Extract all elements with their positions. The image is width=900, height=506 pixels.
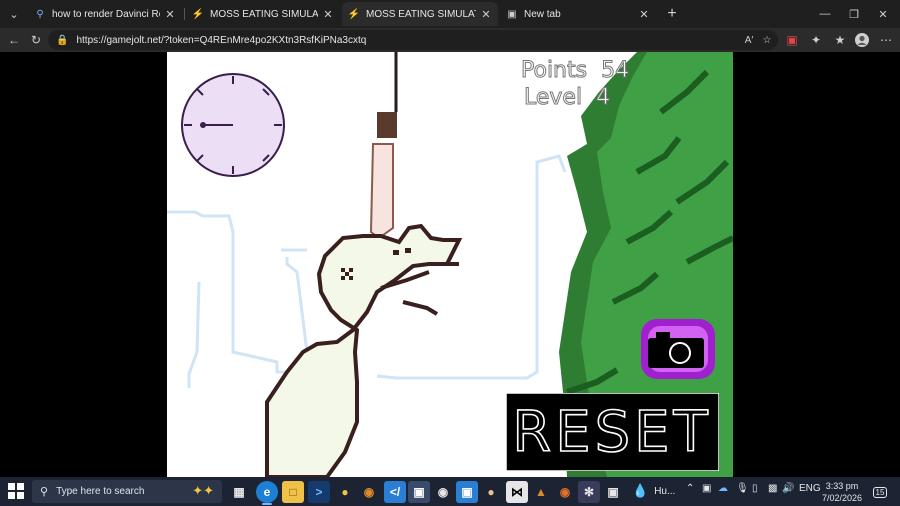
tab-title: how to render Davinci Resolve vid [52, 8, 160, 20]
search-icon: ⚲ [40, 486, 49, 498]
app-icon-4[interactable]: ◉ [432, 481, 454, 503]
clock-icon [181, 73, 285, 177]
favorite-star-icon[interactable]: ☆ [758, 30, 776, 50]
sparkle-icon: ✦✦ [192, 483, 214, 498]
app-icon-7[interactable]: ▣ [602, 481, 624, 503]
tab-divider [184, 8, 185, 20]
level-label: Level [523, 85, 583, 111]
level-display: Level 4 [523, 85, 611, 111]
capcut-icon[interactable]: ⋈ [506, 481, 528, 503]
search-icon: ⚲ [36, 8, 44, 20]
search-placeholder: Type here to search [56, 486, 145, 497]
extensions-puzzle-icon[interactable]: ✦ [806, 30, 826, 50]
powershell-icon[interactable]: > [308, 481, 330, 503]
tab-moss-sim-2[interactable]: ⚡ MOSS EATING SIMULATOR - Gam ✕ [342, 2, 498, 26]
vscode-icon[interactable]: </ [384, 481, 406, 503]
app-icon-2[interactable]: ◉ [358, 481, 380, 503]
read-aloud-icon[interactable]: A′ [740, 30, 758, 50]
tray-app-icon[interactable]: ▣ [702, 483, 711, 494]
gamejolt-icon: ⚡ [191, 8, 205, 20]
close-tab-icon[interactable]: ✕ [322, 8, 334, 21]
reset-button[interactable]: RESET [506, 393, 719, 471]
app-icon-6[interactable]: ▲ [530, 481, 552, 503]
close-window-button[interactable]: ✕ [872, 4, 894, 24]
newtab-icon: ▣ [507, 8, 517, 20]
microphone-icon[interactable]: 🎙 [736, 483, 749, 494]
battery-icon[interactable]: ▯ [752, 483, 758, 494]
tab-strip: ⌄ ⚲ how to render Davinci Resolve vid ✕ … [0, 0, 900, 28]
app-icon-3[interactable]: ▣ [408, 481, 430, 503]
clock-date: 7/02/2026 [821, 493, 863, 503]
settings-more-icon[interactable]: ⋯ [876, 30, 896, 50]
volume-icon[interactable]: 🔊 [782, 483, 794, 494]
tab-title: MOSS EATING SIMULATOR - Gam [366, 8, 476, 20]
refresh-button[interactable]: ↻ [26, 30, 46, 50]
tab-davinci[interactable]: ⚲ how to render Davinci Resolve vid ✕ [28, 2, 182, 26]
taskbar-clock[interactable]: 3:33 pm 7/02/2026 [820, 480, 864, 504]
points-label: Points [520, 58, 588, 84]
points-value: 54 [601, 58, 630, 84]
roblox-icon[interactable]: ▣ [456, 481, 478, 503]
level-value: 4 [596, 85, 611, 111]
moss-eating-creature [265, 223, 463, 477]
new-tab-button[interactable]: + [662, 4, 682, 24]
tab-moss-sim-1[interactable]: ⚡ MOSS EATING SIMULATOR by Att ✕ [186, 2, 340, 26]
taskbar-search[interactable]: ⚲ Type here to search ✦✦ [32, 480, 222, 503]
tab-title: New tab [524, 8, 561, 20]
weather-text: Hu... [654, 485, 676, 497]
close-tab-icon[interactable]: ✕ [164, 8, 176, 21]
close-tab-icon[interactable]: ✕ [480, 8, 492, 21]
lock-icon: 🔒 [56, 34, 69, 46]
app-icon-5[interactable]: ● [480, 481, 502, 503]
edge-icon[interactable]: e [256, 481, 278, 505]
address-bar[interactable]: 🔒 https://gamejolt.net/?token=Q4REnMre4p… [48, 30, 778, 50]
page-viewport: Points 54 Level 4 RESET [0, 52, 900, 477]
file-explorer-icon[interactable]: □ [282, 481, 304, 503]
restore-button[interactable]: ❐ [843, 4, 865, 24]
tab-title: MOSS EATING SIMULATOR by Att [210, 8, 318, 20]
notification-count: 15 [872, 486, 888, 498]
weather-widget[interactable]: 💧 Hu... [632, 483, 675, 499]
url-text: https://gamejolt.net/?token=Q4REnMre4po2… [76, 34, 367, 46]
app-icon-1[interactable]: ● [334, 481, 356, 503]
camera-button[interactable] [640, 318, 716, 380]
extension-icon[interactable]: ▣ [782, 30, 802, 50]
droplet-icon: 💧 [632, 483, 649, 498]
profile-avatar[interactable] [852, 30, 872, 50]
minimize-button[interactable]: — [814, 4, 836, 24]
browser-toolbar: ← ↻ 🔒 https://gamejolt.net/?token=Q4REnM… [0, 28, 900, 52]
favorites-icon[interactable]: ★ [830, 30, 850, 50]
camera-icon [641, 319, 715, 379]
show-hidden-icons[interactable]: ⌃ [686, 483, 694, 494]
clock-time: 3:33 pm [825, 481, 859, 491]
davinci-resolve-icon[interactable]: ✻ [578, 481, 600, 503]
windows-icon [8, 483, 24, 499]
points-display: Points 54 [520, 58, 630, 84]
tab-actions-menu-button[interactable]: ⌄ [4, 4, 24, 24]
onedrive-icon[interactable]: ☁ [718, 483, 728, 494]
reset-graphic: RESET [506, 393, 719, 471]
tab-new-tab[interactable]: ▣ New tab ✕ [500, 2, 656, 26]
task-view-icon[interactable]: ▦ [228, 481, 250, 503]
blender-icon[interactable]: ◉ [554, 481, 576, 503]
back-button[interactable]: ← [4, 30, 24, 50]
taskbar: ⚲ Type here to search ✦✦ ▦ e □ > ● ◉ </ … [0, 477, 900, 506]
language-indicator[interactable]: ENG [799, 483, 821, 494]
network-icon[interactable]: ▩ [768, 483, 777, 494]
gamejolt-icon: ⚡ [347, 8, 361, 20]
close-tab-icon[interactable]: ✕ [638, 8, 650, 21]
notification-center-button[interactable]: 15 [872, 484, 888, 500]
hanging-rope [369, 52, 398, 240]
game-canvas[interactable]: Points 54 Level 4 RESET [167, 52, 733, 477]
reset-label: RESET [512, 400, 711, 465]
windows-start-button[interactable] [8, 483, 24, 499]
